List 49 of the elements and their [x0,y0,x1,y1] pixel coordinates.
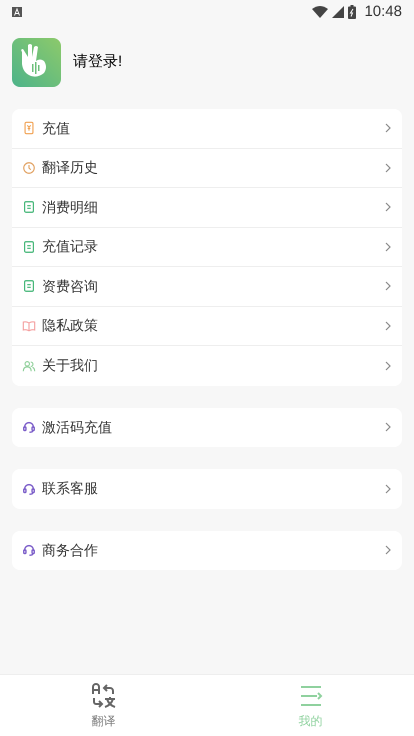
menu-item-label: 资费咨询 [42,276,99,296]
chevron-right-icon [384,360,392,372]
note-icon [22,279,36,294]
wifi-icon [312,6,328,18]
menu-item[interactable]: 隐私政策 [12,306,402,346]
menu-item-label: 充值 [42,118,71,138]
translate-icon [90,682,118,710]
menu-item[interactable]: 商务合作 [12,530,402,570]
menu-item[interactable]: 关于我们 [12,346,402,386]
menu-item-label: 商务合作 [42,540,99,560]
headset-icon [22,420,36,434]
login-prompt[interactable]: 请登录! [73,51,122,74]
headset-icon [22,543,36,558]
chevron-right-icon [384,162,392,174]
note-icon [22,200,36,214]
menu-item[interactable]: 充值记录 [12,228,402,267]
note-icon [22,240,36,254]
chevron-right-icon [384,122,392,134]
menu-item[interactable]: 激活码充值 [12,408,402,447]
people-icon [22,358,36,373]
battery-icon [348,5,356,19]
menu-item[interactable]: 资费咨询 [12,267,402,306]
phone-icon [22,121,36,136]
chevron-right-icon [384,544,392,556]
clock-icon [22,160,36,175]
menu-item[interactable]: 充值 [12,109,402,148]
headset-icon [22,482,36,496]
menu-item-label: 关于我们 [42,356,99,376]
menu-item[interactable]: 翻译历史 [12,148,402,188]
menu-item-label: 激活码充值 [42,418,113,437]
menu-item-label: 联系客服 [42,479,99,498]
status-time: 10:48 [364,2,402,22]
notification-icon [12,7,22,17]
menu-item[interactable]: 联系客服 [12,469,402,508]
chevron-right-icon [384,320,392,332]
app-logo-icon [12,38,61,87]
menu-item-label: 消费明细 [42,198,99,217]
chevron-right-icon [384,240,392,253]
chevron-right-icon [384,280,392,292]
chevron-right-icon [384,421,392,434]
menu-item[interactable]: 消费明细 [12,188,402,228]
menu-item-label: 隐私政策 [42,316,99,336]
signal-icon [332,6,344,18]
chevron-right-icon [384,201,392,214]
menu-item-label: 充值记录 [42,237,99,256]
book-icon [22,318,36,333]
menu-item-label: 翻译历史 [42,158,99,178]
chevron-right-icon [384,482,392,495]
tab[interactable]: 翻译 [0,675,207,736]
